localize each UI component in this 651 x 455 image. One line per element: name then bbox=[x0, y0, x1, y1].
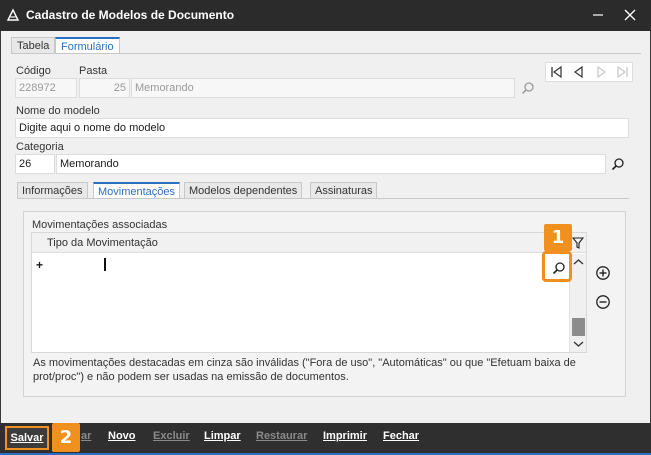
print-button[interactable]: Imprimir bbox=[323, 430, 367, 442]
scroll-up-icon[interactable] bbox=[573, 258, 584, 266]
close-button[interactable]: Fechar bbox=[383, 430, 419, 442]
first-record-icon[interactable] bbox=[547, 63, 567, 81]
tab-movimentacoes[interactable]: Movimentações bbox=[93, 182, 181, 199]
categoria-label: Categoria bbox=[16, 141, 64, 153]
subtab-divider bbox=[17, 198, 629, 199]
previous-record-icon[interactable] bbox=[569, 63, 589, 81]
tab-modelos-dependentes[interactable]: Modelos dependentes bbox=[184, 182, 303, 199]
nome-modelo-input[interactable]: Digite aqui o nome do modelo bbox=[15, 118, 629, 138]
add-movimentacao-icon[interactable] bbox=[595, 265, 611, 281]
movimentacoes-grid: Tipo da Movimentação + bbox=[31, 232, 587, 353]
obscured-button-label[interactable]: ar bbox=[81, 430, 91, 442]
new-row-marker: + bbox=[36, 258, 44, 272]
grid-header: Tipo da Movimentação bbox=[32, 233, 586, 253]
last-record-icon[interactable] bbox=[612, 63, 632, 81]
pasta-name-field: Memorando bbox=[131, 78, 515, 98]
column-header-tipo[interactable]: Tipo da Movimentação bbox=[47, 237, 158, 249]
movimentacoes-section-label: Movimentações associadas bbox=[32, 219, 168, 231]
categoria-name-field: Memorando bbox=[56, 154, 606, 174]
new-button[interactable]: Novo bbox=[108, 430, 136, 442]
filter-icon[interactable] bbox=[572, 236, 584, 250]
window-title: Cadastro de Modelos de Documento bbox=[26, 8, 235, 22]
remove-movimentacao-icon[interactable] bbox=[595, 294, 611, 310]
pasta-number-field[interactable]: 25 bbox=[79, 78, 130, 98]
tab-divider bbox=[11, 53, 641, 54]
footer-toolbar: Salvar ar Novo Excluir Limpar Restaurar … bbox=[0, 423, 651, 455]
scroll-thumb[interactable] bbox=[572, 318, 585, 336]
categoria-number-field[interactable]: 26 bbox=[15, 154, 55, 174]
codigo-label: Código bbox=[16, 65, 51, 77]
categoria-search-icon[interactable] bbox=[611, 157, 625, 171]
clear-button[interactable]: Limpar bbox=[204, 430, 241, 442]
movimentacoes-note: As movimentações destacadas em cinza são… bbox=[33, 357, 576, 383]
callout-badge-2: 2 bbox=[52, 423, 80, 452]
tab-formulario[interactable]: Formulário bbox=[55, 37, 120, 54]
grid-search-icon[interactable] bbox=[552, 261, 566, 275]
restore-button[interactable]: Restaurar bbox=[256, 430, 307, 442]
tab-tabela[interactable]: Tabela bbox=[11, 37, 56, 54]
app-icon bbox=[6, 8, 20, 21]
pasta-label: Pasta bbox=[79, 65, 108, 77]
save-button[interactable]: Salvar bbox=[5, 426, 49, 450]
callout-badge-1: 1 bbox=[544, 224, 572, 251]
tab-assinaturas[interactable]: Assinaturas bbox=[310, 182, 378, 199]
title-bar: Cadastro de Modelos de Documento bbox=[0, 0, 651, 31]
delete-button[interactable]: Excluir bbox=[153, 430, 190, 442]
next-record-icon[interactable] bbox=[591, 63, 611, 81]
text-cursor bbox=[104, 258, 106, 271]
close-icon[interactable] bbox=[618, 4, 642, 26]
codigo-field: 228972 bbox=[15, 78, 77, 98]
pasta-search-icon[interactable] bbox=[521, 81, 535, 95]
scroll-down-icon[interactable] bbox=[573, 340, 584, 348]
tab-informacoes[interactable]: Informações bbox=[17, 182, 88, 199]
grid-search-highlight[interactable] bbox=[542, 251, 572, 282]
nome-label: Nome do modelo bbox=[16, 105, 100, 117]
minimize-icon[interactable] bbox=[586, 4, 610, 26]
